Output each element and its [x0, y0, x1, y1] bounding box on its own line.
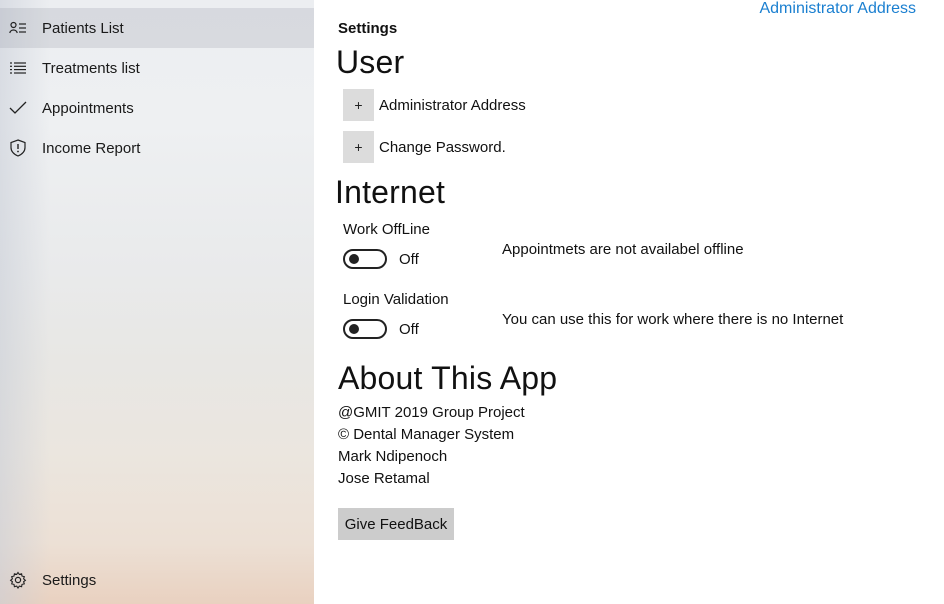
- section-heading-about: About This App: [338, 360, 558, 396]
- list-icon: [8, 58, 28, 78]
- work-offline-label: Work OffLine: [343, 221, 430, 238]
- section-heading-user: User: [336, 44, 405, 80]
- nav-item-income-report[interactable]: Income Report: [0, 128, 314, 168]
- nav-label: Appointments: [42, 99, 134, 117]
- toggle-knob: [349, 254, 359, 264]
- change-password-expander[interactable]: + Change Password.: [343, 131, 506, 163]
- nav-label: Income Report: [42, 139, 141, 157]
- gear-icon: [8, 570, 28, 590]
- about-line: Jose Retamal: [338, 470, 430, 487]
- toggle-knob: [349, 324, 359, 334]
- login-validation-note: You can use this for work where there is…: [502, 311, 844, 328]
- toggle-state-text: Off: [399, 321, 419, 338]
- expand-button[interactable]: +: [343, 89, 374, 121]
- section-heading-internet: Internet: [335, 174, 446, 210]
- about-line: Mark Ndipenoch: [338, 448, 448, 465]
- about-line: @GMIT 2019 Group Project: [338, 404, 525, 421]
- work-offline-note: Appointmets are not availabel offline: [502, 241, 744, 258]
- expander-label: Administrator Address: [379, 96, 526, 114]
- about-line: © Dental Manager System: [338, 426, 515, 443]
- login-validation-label: Login Validation: [343, 291, 449, 308]
- give-feedback-button[interactable]: Give FeedBack: [338, 508, 454, 540]
- shield-icon: [8, 138, 28, 158]
- nav-item-treatments-list[interactable]: Treatments list: [0, 48, 314, 88]
- nav-label: Settings: [42, 571, 97, 589]
- administrator-address-link[interactable]: Administrator Address: [759, 0, 916, 18]
- nav-label: Patients List: [42, 19, 124, 37]
- expander-label: Change Password.: [379, 138, 506, 156]
- administrator-address-expander[interactable]: + Administrator Address: [343, 89, 526, 121]
- page-title: Settings: [338, 20, 398, 37]
- nav-item-appointments[interactable]: Appointments: [0, 88, 314, 128]
- login-validation-toggle[interactable]: [343, 319, 387, 339]
- toggle-state-text: Off: [399, 251, 419, 268]
- expand-button[interactable]: +: [343, 131, 374, 163]
- nav-label: Treatments list: [42, 59, 140, 77]
- checkmark-icon: [8, 98, 28, 118]
- nav-item-settings[interactable]: Settings: [0, 560, 314, 600]
- work-offline-toggle[interactable]: [343, 249, 387, 269]
- contact-list-icon: [8, 18, 28, 38]
- nav-item-patients-list[interactable]: Patients List: [0, 8, 314, 48]
- navigation-pane: Patients List Treatments list Appointmen…: [0, 0, 314, 604]
